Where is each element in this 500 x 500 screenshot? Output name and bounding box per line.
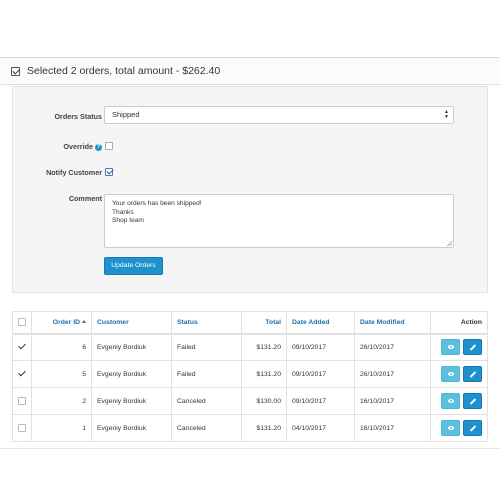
select-all-checkbox[interactable] (18, 318, 26, 327)
pencil-icon (469, 425, 477, 432)
selection-summary: Selected 2 orders, total amount - $262.4… (27, 65, 221, 77)
action-cell (430, 414, 488, 442)
help-icon[interactable]: ? (95, 143, 102, 151)
comment-text: Your orders has been shipped! Thanks Sho… (112, 200, 202, 225)
order-id-cell: 2 (31, 387, 92, 415)
total-sort-link[interactable]: Total (265, 319, 281, 326)
order-id-header[interactable]: Order ID (31, 311, 92, 335)
override-label: Override? (63, 142, 102, 151)
total-header[interactable]: Total (241, 311, 287, 335)
order-id-cell: 1 (31, 414, 92, 442)
date-added-cell: 09/10/2017 (286, 387, 355, 415)
date-modified-sort-link[interactable]: Date Modified (360, 319, 405, 326)
eye-icon (448, 426, 454, 430)
check-square-icon (11, 66, 20, 76)
customer-sort-link[interactable]: Customer (97, 319, 129, 326)
customer-cell: Evgeniy Bordiuk (91, 333, 172, 361)
customer-cell: Evgeniy Bordiuk (91, 387, 172, 415)
row-checkbox[interactable] (18, 343, 26, 351)
edit-order-button[interactable] (463, 420, 482, 436)
resize-grip-icon[interactable] (447, 241, 452, 246)
notify-customer-label: Notify Customer (46, 168, 102, 177)
date-added-sort-link[interactable]: Date Added (292, 319, 330, 326)
comment-label: Comment (68, 194, 102, 203)
row-select-cell (12, 414, 32, 442)
orders-table: Order ID Customer Status Total Date Adde… (12, 311, 488, 442)
edit-order-button[interactable] (463, 339, 482, 356)
table-header-row: Order ID Customer Status Total Date Adde… (12, 311, 488, 335)
row-select-cell (12, 333, 32, 361)
override-label-text: Override (63, 142, 93, 151)
override-checkbox[interactable] (105, 142, 113, 150)
row-select-cell (12, 387, 32, 415)
status-cell: Canceled (171, 387, 242, 415)
divider (0, 448, 500, 449)
status-cell: Failed (171, 360, 242, 388)
eye-icon (448, 399, 454, 403)
view-order-button[interactable] (441, 366, 460, 382)
view-order-button[interactable] (441, 393, 460, 409)
orders-status-value: Shipped (112, 110, 140, 119)
table-row: 6 Evgeniy Bordiuk Failed $131.20 09/10/2017 2… (12, 333, 488, 361)
panel-heading: Selected 2 orders, total amount - $262.4… (0, 57, 500, 85)
order-id-cell: 6 (31, 333, 92, 361)
select-all-cell (12, 311, 32, 335)
customer-header[interactable]: Customer (91, 311, 172, 335)
action-cell (430, 360, 488, 388)
total-cell: $131.20 (241, 333, 287, 361)
orders-status-select[interactable]: Shipped ▲ ▼ (104, 106, 454, 124)
status-header[interactable]: Status (171, 311, 242, 335)
action-cell (430, 387, 488, 415)
row-select-cell (12, 360, 32, 388)
row-checkbox[interactable] (18, 370, 26, 378)
order-id-sort-link[interactable]: Order ID (53, 319, 80, 326)
select-arrows-icon: ▲ ▼ (444, 109, 449, 120)
action-header: Action (430, 311, 488, 335)
total-cell: $130.00 (241, 387, 287, 415)
date-modified-cell: 26/10/2017 (354, 360, 431, 388)
date-added-cell: 04/10/2017 (286, 414, 355, 442)
table-row: 1 Evgeniy Bordiuk Canceled $131.20 04/10/201… (12, 414, 488, 442)
order-id-cell: 5 (31, 360, 92, 388)
eye-icon (448, 372, 454, 376)
total-cell: $131.20 (241, 414, 287, 442)
status-cell: Canceled (171, 414, 242, 442)
date-added-cell: 09/10/2017 (286, 333, 355, 361)
date-modified-cell: 16/10/2017 (354, 387, 431, 415)
update-orders-form: Orders Status Shipped ▲ ▼ Override? Notif… (12, 86, 488, 293)
comment-textarea[interactable]: Your orders has been shipped! Thanks Sho… (104, 194, 454, 248)
pencil-icon (469, 398, 477, 405)
eye-icon (448, 345, 454, 350)
customer-cell: Evgeniy Bordiuk (91, 414, 172, 442)
date-added-cell: 09/10/2017 (286, 360, 355, 388)
status-sort-link[interactable]: Status (177, 319, 198, 326)
view-order-button[interactable] (441, 420, 460, 436)
edit-order-button[interactable] (463, 366, 482, 382)
status-cell: Failed (171, 333, 242, 361)
customer-cell: Evgeniy Bordiuk (91, 360, 172, 388)
sort-asc-icon (82, 320, 86, 324)
total-cell: $131.20 (241, 360, 287, 388)
date-modified-header[interactable]: Date Modified (354, 311, 431, 335)
update-orders-button[interactable]: Update Orders (104, 257, 163, 275)
date-modified-cell: 26/10/2017 (354, 333, 431, 361)
row-checkbox[interactable] (18, 397, 26, 405)
notify-customer-checkbox[interactable] (105, 168, 113, 176)
date-added-header[interactable]: Date Added (286, 311, 355, 335)
action-cell (430, 333, 488, 361)
pencil-icon (469, 344, 477, 351)
row-checkbox[interactable] (18, 424, 26, 432)
date-modified-cell: 16/10/2017 (354, 414, 431, 442)
table-row: 2 Evgeniy Bordiuk Canceled $130.00 09/10/201… (12, 387, 488, 415)
table-row: 5 Evgeniy Bordiuk Failed $131.20 09/10/2017 2… (12, 360, 488, 388)
edit-order-button[interactable] (463, 393, 482, 409)
view-order-button[interactable] (441, 339, 460, 356)
orders-status-label: Orders Status (54, 112, 102, 121)
pencil-icon (469, 371, 477, 378)
